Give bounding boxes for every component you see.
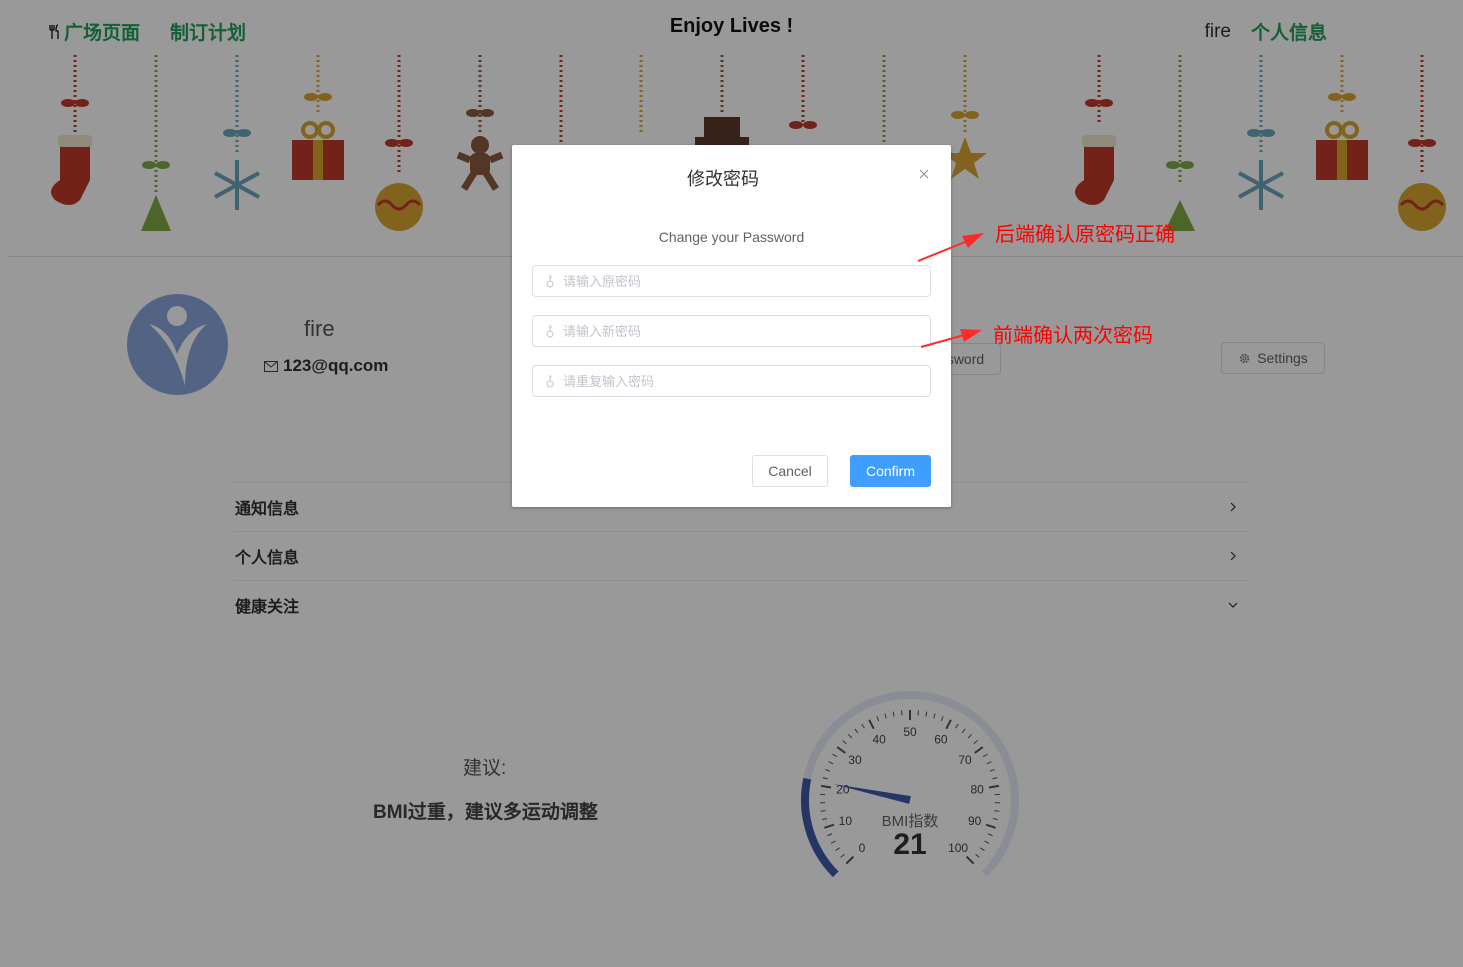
old-password-field[interactable] [532,265,931,297]
close-icon[interactable] [917,167,931,181]
new-password-field[interactable] [532,315,931,347]
old-password-input[interactable] [563,273,903,289]
annotation-backend-check: 后端确认原密码正确 [995,224,1175,246]
repeat-password-field[interactable] [532,365,931,397]
annotation-frontend-check: 前端确认两次密码 [993,325,1153,347]
key-icon [546,275,554,288]
repeat-password-input[interactable] [563,373,903,389]
key-icon [546,375,554,388]
confirm-button[interactable]: Confirm [850,455,931,487]
dialog-title: 修改密码 [687,169,759,189]
new-password-input[interactable] [563,323,903,339]
cancel-button[interactable]: Cancel [752,455,828,487]
dialog-subtitle: Change your Password [658,229,805,245]
change-password-dialog: 修改密码 Change your Password Cancel Confirm [512,145,951,507]
key-icon [546,325,554,338]
